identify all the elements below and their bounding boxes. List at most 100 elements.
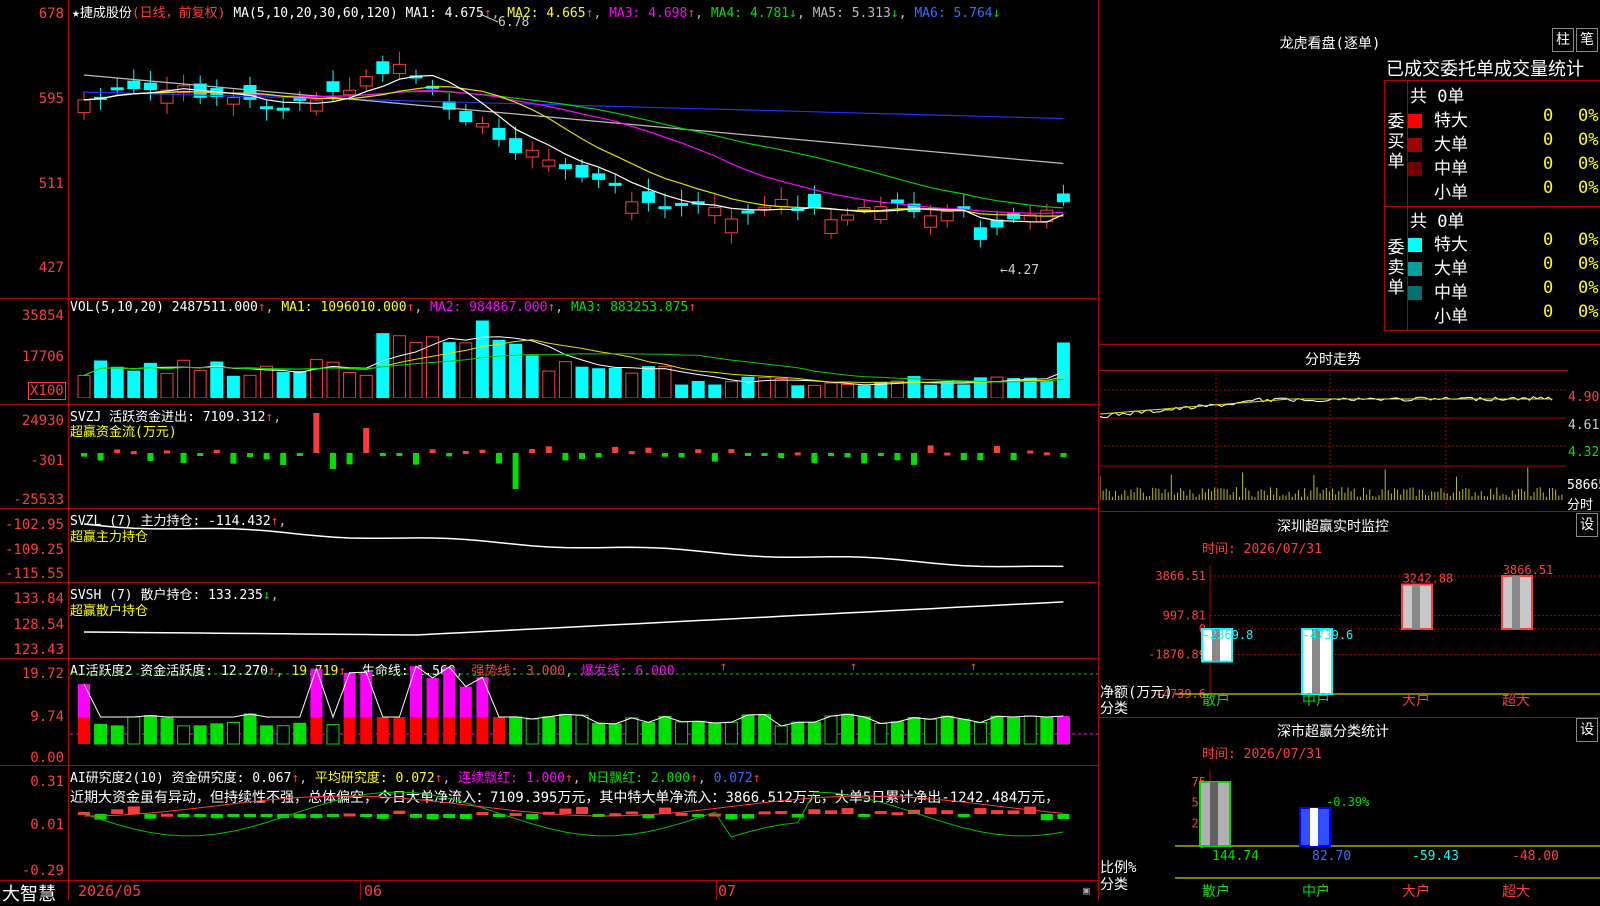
lock-icon[interactable]: ▣ xyxy=(1083,884,1090,897)
flow-bar xyxy=(612,446,619,453)
flow-bar xyxy=(745,453,751,456)
volume-chart[interactable] xyxy=(70,318,1098,398)
flow-bar xyxy=(446,453,453,457)
candle xyxy=(625,201,639,214)
price-chart[interactable]: 6.78 ←4.27 xyxy=(70,0,1098,298)
flow-bar xyxy=(911,453,917,465)
research-bar xyxy=(393,810,406,814)
legend-count: 0 xyxy=(1543,178,1554,198)
research-bar xyxy=(1040,814,1053,821)
candle xyxy=(558,164,572,170)
sz-monitor-value: -4739.6 xyxy=(1303,628,1354,642)
flow-bar xyxy=(828,453,834,457)
activity-bar xyxy=(658,715,672,745)
volume-bar xyxy=(475,320,489,398)
sz-class-pct: -0.39% xyxy=(1326,795,1370,809)
legend-count: 0 xyxy=(1543,278,1554,298)
color-swatch xyxy=(1408,114,1422,128)
legend-pct: 0% xyxy=(1578,178,1599,198)
legend-count: 0 xyxy=(1543,130,1554,150)
flow-bar xyxy=(197,453,204,456)
tick-mode-button[interactable]: 笔 xyxy=(1576,28,1598,52)
candle xyxy=(824,219,838,234)
sz-class-value: 144.74 xyxy=(1212,849,1259,864)
candle xyxy=(841,214,855,221)
svsh-axis-top: 133.84 xyxy=(13,591,64,607)
flow-bar xyxy=(794,452,801,456)
flow-bar xyxy=(761,453,768,456)
activity-bar xyxy=(310,668,323,717)
activity-bar xyxy=(525,718,539,745)
research-bar xyxy=(194,814,207,817)
activity-bar xyxy=(791,721,805,745)
sz-monitor-settings-button[interactable]: 设 xyxy=(1576,513,1598,537)
color-swatch xyxy=(1408,262,1422,276)
research-bar xyxy=(974,808,987,814)
volume-bar xyxy=(143,362,157,398)
research-bar xyxy=(725,814,738,820)
sz-monitor-chart[interactable]: 3866.51997.810-1870.89-4739.6-2369.8散户-4… xyxy=(1100,556,1600,706)
activity-bar xyxy=(78,717,90,744)
candle xyxy=(608,182,622,186)
candle xyxy=(77,99,91,114)
legend-row: 大单 0 0% xyxy=(1408,254,1600,279)
research-bar xyxy=(376,814,389,819)
activity-bar xyxy=(691,720,705,745)
activity-bar xyxy=(94,723,108,745)
intraday-chart[interactable] xyxy=(1100,370,1566,510)
candle xyxy=(293,97,307,101)
vol-unit-label[interactable]: X100 xyxy=(28,382,66,400)
activity-bar xyxy=(724,721,738,745)
buy-label: 委买单 xyxy=(1387,112,1405,172)
svzl-chart[interactable] xyxy=(70,510,1098,582)
color-swatch xyxy=(1408,162,1422,176)
candle xyxy=(774,198,788,207)
activity-bar xyxy=(924,718,938,745)
candle xyxy=(525,149,539,158)
svsh-chart[interactable] xyxy=(70,584,1098,658)
volume-bar xyxy=(857,385,871,398)
sz-class-title: 深市超赢分类统计 xyxy=(1277,724,1389,740)
volume-bar xyxy=(309,359,323,398)
flow-bar xyxy=(562,453,569,461)
flow-bar xyxy=(280,453,287,465)
legend-count: 0 xyxy=(1543,254,1554,274)
sz-monitor-bar-shade xyxy=(1412,584,1420,630)
activity-bar xyxy=(160,717,174,745)
bar-mode-button[interactable]: 柱 xyxy=(1552,28,1574,52)
legend-pct: 0% xyxy=(1578,278,1599,298)
svzj-axis-bot: -25533 xyxy=(13,492,64,508)
activity-bar xyxy=(824,715,838,745)
research-bar xyxy=(924,807,937,814)
candle xyxy=(575,164,589,178)
activity-bar xyxy=(127,716,141,745)
ai1-axis-top: 19.72 xyxy=(21,666,64,682)
sz-class-settings-button[interactable]: 设 xyxy=(1576,718,1598,742)
research-bar xyxy=(991,810,1003,814)
volume-bar xyxy=(343,371,357,398)
legend-row: 特大 0 0% xyxy=(1408,230,1600,255)
flow-bar xyxy=(628,451,635,455)
research-bar xyxy=(443,814,456,819)
legend-row: 小单 0 0% xyxy=(1408,178,1600,203)
research-bar xyxy=(343,813,356,817)
volume-bar xyxy=(542,370,556,398)
activity-bar xyxy=(1040,716,1054,745)
legend-pct: 0% xyxy=(1578,230,1599,250)
high-annotation: 6.78 xyxy=(498,15,529,30)
flow-bar xyxy=(1043,452,1050,456)
date-label-jul: 07 xyxy=(718,882,737,900)
candle xyxy=(641,191,655,203)
ai-research-chart[interactable] xyxy=(70,766,1098,880)
brand-logo[interactable]: 大智慧 xyxy=(2,880,56,906)
sz-class-chart[interactable]: 7550250-0.39%144.74散户82.70中户-59.43大户-48.… xyxy=(1100,760,1600,900)
legend-pct: 0% xyxy=(1578,106,1599,126)
volume-bar xyxy=(558,361,572,398)
flow-bar xyxy=(844,453,851,458)
lhb-title: 龙虎看盘(逐单) xyxy=(1279,36,1381,52)
sell-label: 委卖单 xyxy=(1387,238,1405,298)
volume-bar xyxy=(509,343,523,398)
svzj-chart[interactable] xyxy=(70,406,1098,508)
ai-activity-chart[interactable]: ↑ ↑ ↑ xyxy=(70,660,1098,765)
research-bar xyxy=(775,811,788,815)
